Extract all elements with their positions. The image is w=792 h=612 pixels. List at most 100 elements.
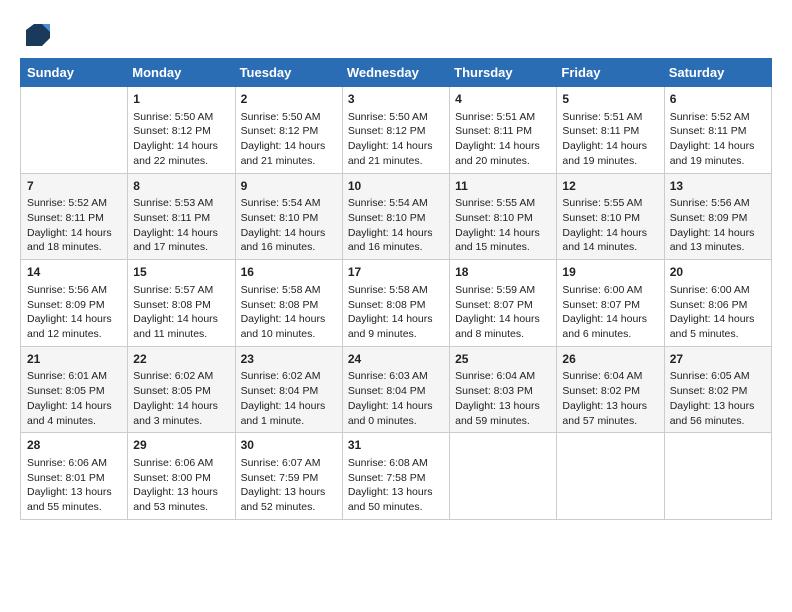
day-number: 2 xyxy=(241,91,337,108)
daylight-text: Daylight: 14 hours and 11 minutes. xyxy=(133,312,229,341)
sunset-text: Sunset: 8:08 PM xyxy=(133,298,229,313)
sunset-text: Sunset: 7:58 PM xyxy=(348,471,444,486)
sunset-text: Sunset: 8:05 PM xyxy=(133,384,229,399)
calendar-cell: 31Sunrise: 6:08 AMSunset: 7:58 PMDayligh… xyxy=(342,433,449,520)
weekday-header-row: SundayMondayTuesdayWednesdayThursdayFrid… xyxy=(21,59,772,87)
day-number: 22 xyxy=(133,351,229,368)
sunrise-text: Sunrise: 5:50 AM xyxy=(348,110,444,125)
sunrise-text: Sunrise: 5:55 AM xyxy=(562,196,658,211)
sunset-text: Sunset: 8:12 PM xyxy=(348,124,444,139)
weekday-header-wednesday: Wednesday xyxy=(342,59,449,87)
calendar-week-row: 14Sunrise: 5:56 AMSunset: 8:09 PMDayligh… xyxy=(21,260,772,347)
daylight-text: Daylight: 14 hours and 21 minutes. xyxy=(348,139,444,168)
sunrise-text: Sunrise: 6:06 AM xyxy=(133,456,229,471)
calendar-cell: 25Sunrise: 6:04 AMSunset: 8:03 PMDayligh… xyxy=(450,346,557,433)
daylight-text: Daylight: 14 hours and 1 minute. xyxy=(241,399,337,428)
weekday-header-monday: Monday xyxy=(128,59,235,87)
sunset-text: Sunset: 8:12 PM xyxy=(133,124,229,139)
daylight-text: Daylight: 14 hours and 15 minutes. xyxy=(455,226,551,255)
sunrise-text: Sunrise: 6:01 AM xyxy=(27,369,122,384)
day-number: 29 xyxy=(133,437,229,454)
sunset-text: Sunset: 7:59 PM xyxy=(241,471,337,486)
daylight-text: Daylight: 14 hours and 18 minutes. xyxy=(27,226,122,255)
daylight-text: Daylight: 14 hours and 14 minutes. xyxy=(562,226,658,255)
calendar-cell: 2Sunrise: 5:50 AMSunset: 8:12 PMDaylight… xyxy=(235,87,342,174)
sunset-text: Sunset: 8:01 PM xyxy=(27,471,122,486)
calendar-cell: 15Sunrise: 5:57 AMSunset: 8:08 PMDayligh… xyxy=(128,260,235,347)
day-number: 3 xyxy=(348,91,444,108)
sunrise-text: Sunrise: 6:04 AM xyxy=(455,369,551,384)
day-number: 31 xyxy=(348,437,444,454)
sunrise-text: Sunrise: 5:56 AM xyxy=(670,196,766,211)
day-number: 26 xyxy=(562,351,658,368)
day-number: 6 xyxy=(670,91,766,108)
calendar-cell: 24Sunrise: 6:03 AMSunset: 8:04 PMDayligh… xyxy=(342,346,449,433)
sunset-text: Sunset: 8:06 PM xyxy=(670,298,766,313)
calendar-week-row: 1Sunrise: 5:50 AMSunset: 8:12 PMDaylight… xyxy=(21,87,772,174)
calendar-cell: 1Sunrise: 5:50 AMSunset: 8:12 PMDaylight… xyxy=(128,87,235,174)
daylight-text: Daylight: 14 hours and 4 minutes. xyxy=(27,399,122,428)
calendar-cell: 10Sunrise: 5:54 AMSunset: 8:10 PMDayligh… xyxy=(342,173,449,260)
day-number: 23 xyxy=(241,351,337,368)
calendar-week-row: 21Sunrise: 6:01 AMSunset: 8:05 PMDayligh… xyxy=(21,346,772,433)
calendar-cell: 12Sunrise: 5:55 AMSunset: 8:10 PMDayligh… xyxy=(557,173,664,260)
daylight-text: Daylight: 14 hours and 10 minutes. xyxy=(241,312,337,341)
sunrise-text: Sunrise: 6:05 AM xyxy=(670,369,766,384)
sunrise-text: Sunrise: 6:06 AM xyxy=(27,456,122,471)
calendar-cell: 8Sunrise: 5:53 AMSunset: 8:11 PMDaylight… xyxy=(128,173,235,260)
logo-icon xyxy=(24,20,52,48)
sunrise-text: Sunrise: 6:04 AM xyxy=(562,369,658,384)
day-number: 25 xyxy=(455,351,551,368)
day-number: 27 xyxy=(670,351,766,368)
sunrise-text: Sunrise: 5:58 AM xyxy=(348,283,444,298)
sunset-text: Sunset: 8:09 PM xyxy=(27,298,122,313)
day-number: 10 xyxy=(348,178,444,195)
daylight-text: Daylight: 14 hours and 17 minutes. xyxy=(133,226,229,255)
sunrise-text: Sunrise: 5:57 AM xyxy=(133,283,229,298)
sunset-text: Sunset: 8:10 PM xyxy=(348,211,444,226)
calendar-cell: 18Sunrise: 5:59 AMSunset: 8:07 PMDayligh… xyxy=(450,260,557,347)
calendar-cell: 14Sunrise: 5:56 AMSunset: 8:09 PMDayligh… xyxy=(21,260,128,347)
sunrise-text: Sunrise: 5:54 AM xyxy=(348,196,444,211)
sunrise-text: Sunrise: 5:58 AM xyxy=(241,283,337,298)
day-number: 16 xyxy=(241,264,337,281)
calendar-cell: 9Sunrise: 5:54 AMSunset: 8:10 PMDaylight… xyxy=(235,173,342,260)
daylight-text: Daylight: 14 hours and 13 minutes. xyxy=(670,226,766,255)
sunrise-text: Sunrise: 5:52 AM xyxy=(670,110,766,125)
sunset-text: Sunset: 8:08 PM xyxy=(348,298,444,313)
page-header xyxy=(20,20,772,48)
daylight-text: Daylight: 14 hours and 16 minutes. xyxy=(348,226,444,255)
weekday-header-sunday: Sunday xyxy=(21,59,128,87)
calendar-cell: 16Sunrise: 5:58 AMSunset: 8:08 PMDayligh… xyxy=(235,260,342,347)
day-number: 19 xyxy=(562,264,658,281)
sunrise-text: Sunrise: 5:55 AM xyxy=(455,196,551,211)
day-number: 1 xyxy=(133,91,229,108)
calendar-cell: 29Sunrise: 6:06 AMSunset: 8:00 PMDayligh… xyxy=(128,433,235,520)
day-number: 18 xyxy=(455,264,551,281)
day-number: 17 xyxy=(348,264,444,281)
sunrise-text: Sunrise: 6:00 AM xyxy=(670,283,766,298)
sunset-text: Sunset: 8:03 PM xyxy=(455,384,551,399)
day-number: 4 xyxy=(455,91,551,108)
calendar-cell: 20Sunrise: 6:00 AMSunset: 8:06 PMDayligh… xyxy=(664,260,771,347)
sunrise-text: Sunrise: 6:00 AM xyxy=(562,283,658,298)
calendar-cell: 17Sunrise: 5:58 AMSunset: 8:08 PMDayligh… xyxy=(342,260,449,347)
calendar-cell: 28Sunrise: 6:06 AMSunset: 8:01 PMDayligh… xyxy=(21,433,128,520)
sunrise-text: Sunrise: 5:56 AM xyxy=(27,283,122,298)
calendar-cell: 13Sunrise: 5:56 AMSunset: 8:09 PMDayligh… xyxy=(664,173,771,260)
sunrise-text: Sunrise: 5:53 AM xyxy=(133,196,229,211)
calendar-cell xyxy=(450,433,557,520)
calendar-cell: 23Sunrise: 6:02 AMSunset: 8:04 PMDayligh… xyxy=(235,346,342,433)
day-number: 12 xyxy=(562,178,658,195)
daylight-text: Daylight: 14 hours and 12 minutes. xyxy=(27,312,122,341)
sunset-text: Sunset: 8:11 PM xyxy=(670,124,766,139)
daylight-text: Daylight: 14 hours and 19 minutes. xyxy=(562,139,658,168)
calendar-cell: 26Sunrise: 6:04 AMSunset: 8:02 PMDayligh… xyxy=(557,346,664,433)
calendar-cell xyxy=(557,433,664,520)
daylight-text: Daylight: 13 hours and 56 minutes. xyxy=(670,399,766,428)
day-number: 24 xyxy=(348,351,444,368)
sunset-text: Sunset: 8:11 PM xyxy=(27,211,122,226)
sunset-text: Sunset: 8:10 PM xyxy=(562,211,658,226)
daylight-text: Daylight: 14 hours and 3 minutes. xyxy=(133,399,229,428)
sunrise-text: Sunrise: 5:51 AM xyxy=(562,110,658,125)
